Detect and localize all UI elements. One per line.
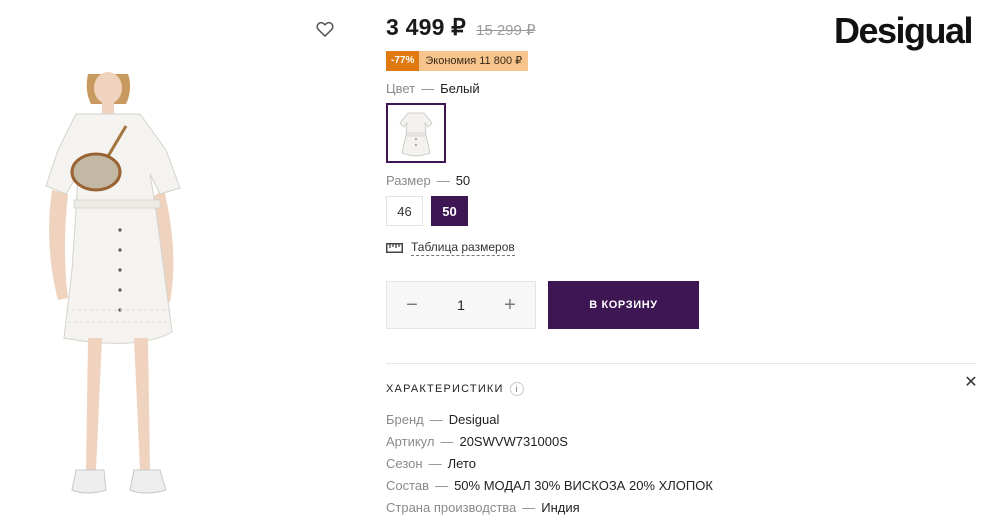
- color-swatch-white[interactable]: [386, 103, 446, 163]
- size-options: 46 50: [386, 196, 468, 226]
- characteristics-header[interactable]: ХАРАКТЕРИСТИКИ i: [386, 382, 524, 396]
- ruler-icon: [386, 243, 403, 253]
- quantity-stepper: − 1 +: [386, 281, 536, 329]
- product-info: 3 499 ₽ 15 299 ₽ Desigual -77% Экономия …: [386, 0, 986, 523]
- characteristic-value: 50% МОДАЛ 30% ВИСКОЗА 20% ХЛОПОК: [454, 478, 713, 493]
- discount-badges: -77% Экономия 11 800 ₽: [386, 51, 529, 71]
- close-icon[interactable]: ✕: [963, 375, 979, 391]
- characteristic-row: Состав — 50% МОДАЛ 30% ВИСКОЗА 20% ХЛОПОК: [386, 475, 713, 497]
- quantity-increase-button[interactable]: +: [495, 290, 525, 320]
- discount-badge: -77%: [386, 51, 420, 71]
- characteristic-row: Сезон — Лето: [386, 453, 713, 475]
- quantity-decrease-button[interactable]: −: [397, 290, 427, 320]
- color-label: Цвет — Белый: [386, 81, 480, 96]
- divider: [386, 363, 976, 364]
- size-value: 50: [455, 173, 471, 188]
- color-value: Белый: [440, 81, 480, 96]
- dash: —: [429, 412, 443, 427]
- brand-logo[interactable]: Desigual: [834, 10, 974, 52]
- dash: —: [436, 173, 450, 188]
- favorite-heart-icon[interactable]: [315, 19, 335, 39]
- dash: —: [421, 81, 435, 96]
- characteristic-name: Состав: [386, 478, 430, 493]
- quantity-value[interactable]: 1: [457, 297, 465, 313]
- current-price: 3 499 ₽: [386, 14, 466, 40]
- characteristic-name: Страна производства: [386, 500, 517, 515]
- characteristic-name: Сезон: [386, 456, 423, 471]
- add-to-cart-button[interactable]: В КОРЗИНУ: [548, 281, 699, 329]
- dash: —: [440, 434, 454, 449]
- characteristic-value: Лето: [447, 456, 476, 471]
- characteristic-name: Бренд: [386, 412, 424, 427]
- size-table-label: Таблица размеров: [411, 240, 515, 256]
- size-table-link[interactable]: Таблица размеров: [386, 240, 515, 256]
- characteristic-name: Артикул: [386, 434, 435, 449]
- characteristic-row: Страна производства — Индия: [386, 497, 713, 519]
- characteristic-row: Артикул — 20SWVW731000S: [386, 431, 713, 453]
- characteristics-list: Бренд — Desigual Артикул — 20SWVW731000S Сез…: [386, 409, 713, 519]
- size-option-46[interactable]: 46: [386, 196, 423, 226]
- dash: —: [435, 478, 449, 493]
- product-photo[interactable]: [36, 70, 196, 520]
- size-label-name: Размер: [386, 173, 431, 188]
- characteristic-value: Индия: [541, 500, 580, 515]
- savings-badge: Экономия 11 800 ₽: [419, 51, 529, 71]
- dash: —: [522, 500, 536, 515]
- color-label-name: Цвет: [386, 81, 416, 96]
- characteristic-row: Бренд — Desigual: [386, 409, 713, 431]
- size-option-50[interactable]: 50: [431, 196, 468, 226]
- size-label: Размер — 50: [386, 173, 470, 188]
- characteristic-value: 20SWVW731000S: [459, 434, 568, 449]
- old-price: 15 299 ₽: [475, 22, 536, 39]
- info-icon[interactable]: i: [509, 382, 524, 396]
- dash: —: [428, 456, 442, 471]
- characteristic-value: Desigual: [448, 412, 500, 427]
- dress-thumbnail-icon: [399, 112, 433, 157]
- product-gallery: [0, 0, 350, 523]
- characteristics-title: ХАРАКТЕРИСТИКИ: [386, 383, 504, 395]
- price-row: 3 499 ₽ 15 299 ₽: [386, 14, 536, 41]
